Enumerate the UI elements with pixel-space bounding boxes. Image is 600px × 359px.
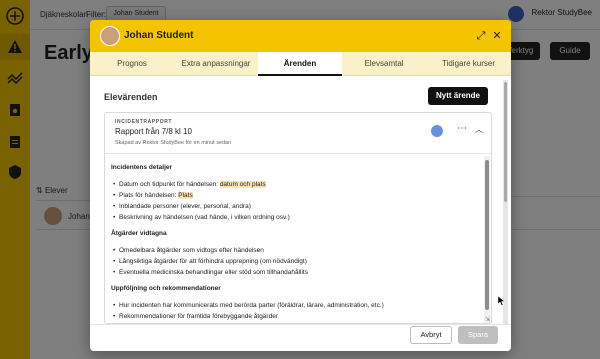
modal-header: Johan Student ⤢ ✕ — [90, 20, 511, 52]
tab-elevsamtal[interactable]: Elevsamtal — [342, 52, 426, 76]
editor-list-item: Långsiktiga åtgärder för att förhindra u… — [113, 258, 307, 265]
save-button[interactable]: Spara — [458, 326, 498, 344]
editor-list-item: Inblandade personer (elever, personal, a… — [113, 203, 251, 210]
editor-list-item: Hur incidenten har kommunicerats med ber… — [113, 302, 384, 309]
editor-list-item: Omedelbara åtgärder som vidtogs efter hä… — [113, 247, 264, 254]
section-title: Elevärenden — [104, 92, 158, 102]
chevron-up-icon[interactable]: ︿ — [473, 123, 485, 137]
editor-heading: Incidentens detaljer — [111, 164, 173, 171]
highlighted-text: Plats — [178, 192, 193, 199]
editor-list-item: Beskrivning av händelsen (vad hände, i v… — [113, 214, 290, 221]
case-card: INCIDENTRAPPORT Rapport från 7/8 kl 10 S… — [104, 112, 492, 324]
editor-heading: Åtgärder vidtagna — [111, 230, 167, 237]
tab-tidigare-kurser[interactable]: Tidigare kurser — [426, 52, 511, 76]
modal-tabs: Prognos Extra anpassningar Ärenden Elevs… — [90, 52, 511, 76]
highlighted-text: datum och plats — [219, 181, 266, 188]
editor-list-item: Rekommendationer för framtida förebyggan… — [113, 313, 278, 320]
modal-scrollbar-thumb[interactable] — [504, 82, 507, 202]
author-avatar — [431, 125, 443, 137]
editor-list-item-text: Datum och tidpunkt för händelsen: — [119, 181, 220, 188]
case-title: Rapport från 7/8 kl 10 — [115, 127, 192, 136]
close-icon[interactable]: ✕ — [490, 29, 504, 43]
editor-list-item: Eventuella medicinska behandlingar eller… — [113, 269, 308, 276]
tab-prognos[interactable]: Prognos — [90, 52, 174, 76]
case-editor[interactable]: Incidentens detaljer Datum och tidpunkt … — [105, 154, 485, 323]
tab-extra-anpassningar[interactable]: Extra anpassningar — [174, 52, 258, 76]
tab-arenden[interactable]: Ärenden — [258, 52, 342, 76]
editor-list-item-text: Plats för händelsen: — [119, 192, 179, 199]
editor-scrollbar-thumb[interactable] — [485, 160, 489, 310]
case-category: INCIDENTRAPPORT — [115, 119, 173, 125]
editor-heading: Uppföljning och rekommendationer — [111, 285, 221, 292]
student-modal: Johan Student ⤢ ✕ Prognos Extra anpassni… — [90, 20, 511, 351]
more-options-icon[interactable]: ⋯ — [455, 123, 469, 137]
editor-list-item: Datum och tidpunkt för händelsen: datum … — [113, 181, 266, 188]
expand-icon[interactable]: ⤢ — [474, 29, 488, 43]
case-meta: Skapad av Rektor StudyBee för en minut s… — [115, 140, 232, 146]
student-avatar — [100, 26, 120, 46]
cancel-button[interactable]: Avbryt — [410, 326, 452, 344]
resize-handle-icon[interactable]: ⇲ — [485, 316, 490, 323]
mouse-cursor-icon — [498, 296, 506, 306]
editor-list-item: Plats för händelsen: Plats — [113, 192, 193, 199]
new-case-button[interactable]: Nytt ärende — [428, 87, 488, 105]
modal-title: Johan Student — [124, 30, 194, 41]
